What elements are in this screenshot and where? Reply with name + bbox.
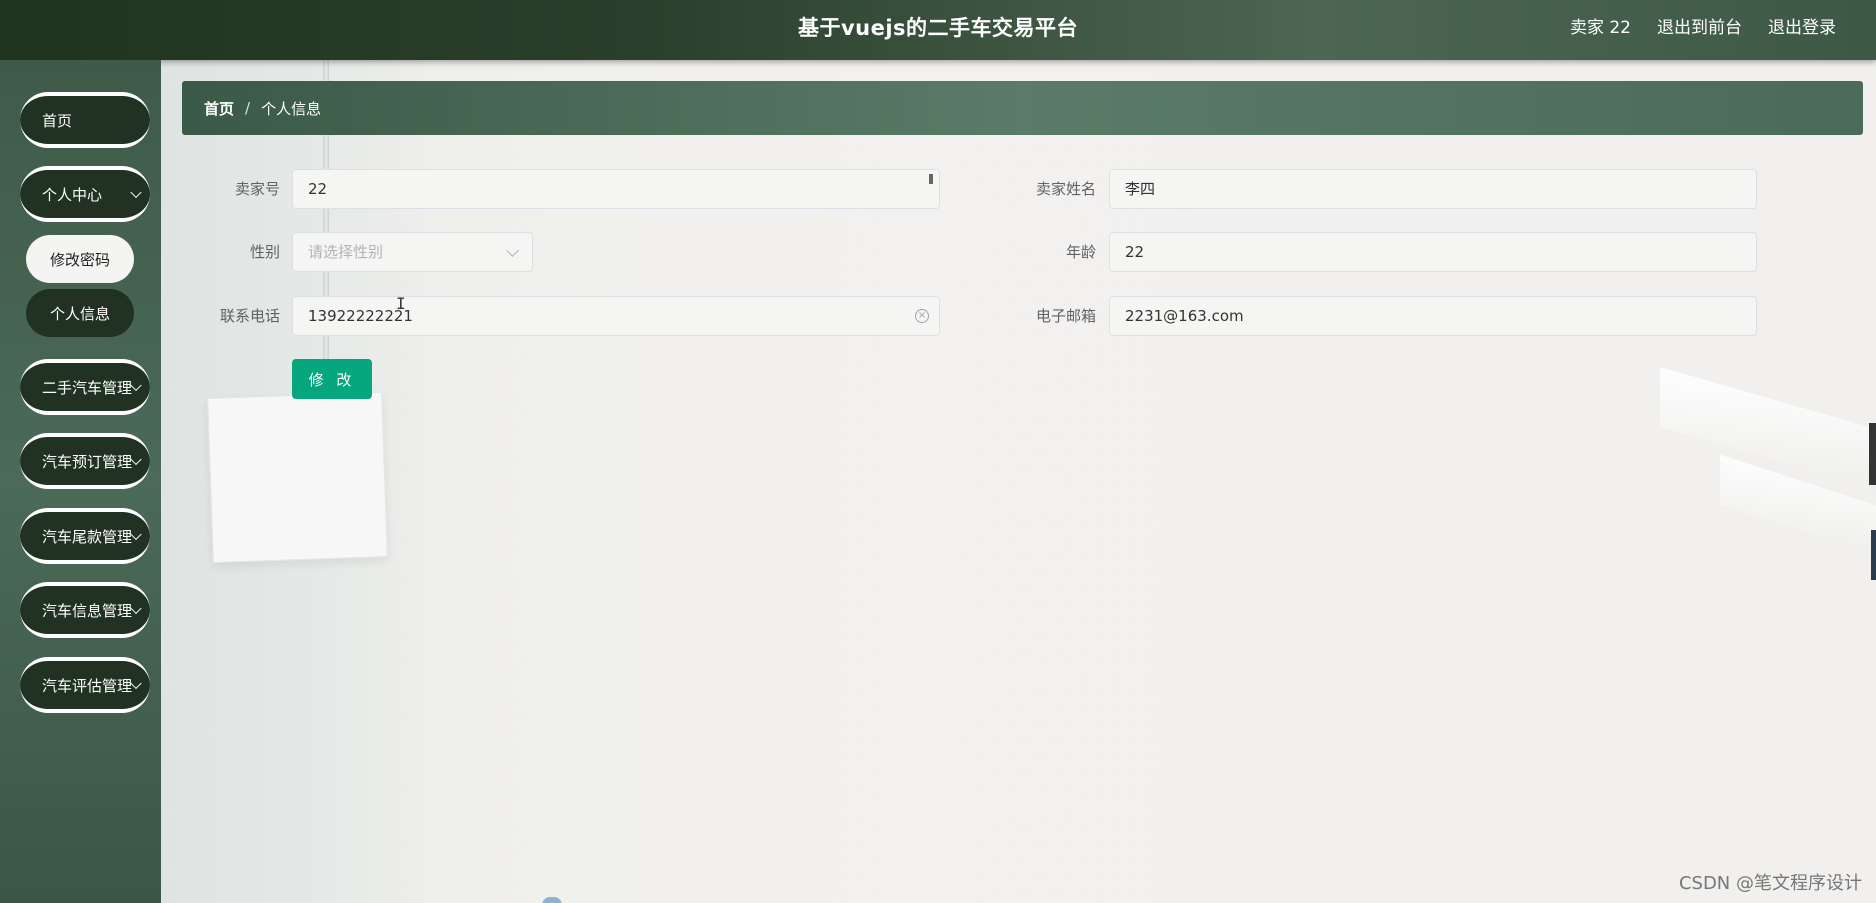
- background-card: [207, 391, 388, 564]
- exit-to-front-link[interactable]: 退出到前台: [1657, 0, 1742, 56]
- edge-scroll-mark: [1869, 423, 1876, 485]
- chevron-down-icon: [130, 528, 142, 541]
- email-input[interactable]: 2231@163.com: [1109, 296, 1757, 336]
- seller-name-label: 卖家姓名: [1035, 180, 1096, 198]
- gender-placeholder: 请选择性别: [308, 243, 384, 261]
- sidebar-subitem-label: 个人信息: [49, 304, 110, 323]
- email-label: 电子邮箱: [1035, 307, 1096, 325]
- top-bar: 基于vuejs的二手车交易平台 卖家 22 退出到前台 退出登录: [0, 0, 1876, 60]
- chevron-down-icon: [130, 677, 142, 690]
- sidebar-item-label: 汽车评估管理: [42, 676, 133, 695]
- sidebar-item-personal-center[interactable]: 个人中心: [20, 166, 150, 222]
- logout-link[interactable]: 退出登录: [1768, 0, 1836, 56]
- breadcrumb-separator: /: [245, 99, 251, 117]
- sidebar-item-used-car-management[interactable]: 二手汽车管理: [20, 359, 150, 415]
- floating-indicator: [542, 897, 562, 903]
- email-value: 2231@163.com: [1125, 307, 1244, 325]
- sidebar-item-car-info-management[interactable]: 汽车信息管理: [20, 582, 150, 638]
- sidebar-item-label: 个人中心: [42, 185, 103, 204]
- age-value: 22: [1125, 243, 1145, 261]
- sidebar-item-label: 首页: [42, 111, 73, 130]
- chevron-down-icon: [130, 602, 142, 615]
- phone-label: 联系电话: [219, 307, 280, 325]
- clear-icon[interactable]: ×: [915, 309, 929, 323]
- breadcrumb: 首页 / 个人信息: [182, 81, 1863, 135]
- chevron-down-icon: [506, 244, 519, 257]
- seller-name-input[interactable]: 李四: [1109, 169, 1757, 209]
- breadcrumb-current: 个人信息: [261, 99, 322, 118]
- seller-name-value: 李四: [1125, 180, 1156, 198]
- breadcrumb-home[interactable]: 首页: [204, 98, 234, 119]
- edge-scroll-mark: [1871, 530, 1876, 580]
- update-button-label: 修 改: [308, 370, 356, 389]
- text-cursor-icon: I: [396, 294, 406, 313]
- sidebar-subitem-change-password[interactable]: 修改密码: [26, 235, 134, 283]
- update-button[interactable]: 修 改: [292, 359, 372, 399]
- sidebar-item-car-balance-management[interactable]: 汽车尾款管理: [20, 508, 150, 564]
- chevron-down-icon: [130, 379, 142, 392]
- sidebar-item-label: 汽车尾款管理: [42, 527, 133, 546]
- header-actions: 卖家 22 退出到前台 退出登录: [1570, 0, 1836, 56]
- sidebar-item-car-booking-management[interactable]: 汽车预订管理: [20, 433, 150, 489]
- age-label: 年龄: [1065, 243, 1096, 261]
- sidebar-subitem-label: 修改密码: [49, 250, 110, 269]
- sidebar-item-label: 汽车预订管理: [42, 452, 133, 471]
- age-input[interactable]: 22: [1109, 232, 1757, 272]
- sidebar-item-label: 汽车信息管理: [42, 601, 133, 620]
- sidebar-item-car-evaluation-management[interactable]: 汽车评估管理: [20, 657, 150, 713]
- sidebar-item-home[interactable]: 首页: [20, 92, 150, 148]
- seller-id-value: 22: [308, 180, 328, 198]
- gender-select[interactable]: 请选择性别: [292, 232, 533, 272]
- seller-id-input[interactable]: 22: [292, 169, 940, 209]
- gender-label: 性别: [249, 243, 280, 261]
- sidebar-item-label: 二手汽车管理: [42, 378, 133, 397]
- user-label: 卖家 22: [1569, 18, 1631, 38]
- phone-input[interactable]: 13922222221 ×: [292, 296, 940, 336]
- sidebar-subitem-personal-info[interactable]: 个人信息: [26, 289, 134, 337]
- seller-id-label: 卖家号: [234, 180, 280, 198]
- chevron-down-icon: [130, 453, 142, 466]
- watermark: CSDN @笔文程序设计: [1678, 873, 1862, 894]
- chevron-down-icon: [130, 186, 142, 199]
- number-spinner-icon[interactable]: [929, 174, 933, 184]
